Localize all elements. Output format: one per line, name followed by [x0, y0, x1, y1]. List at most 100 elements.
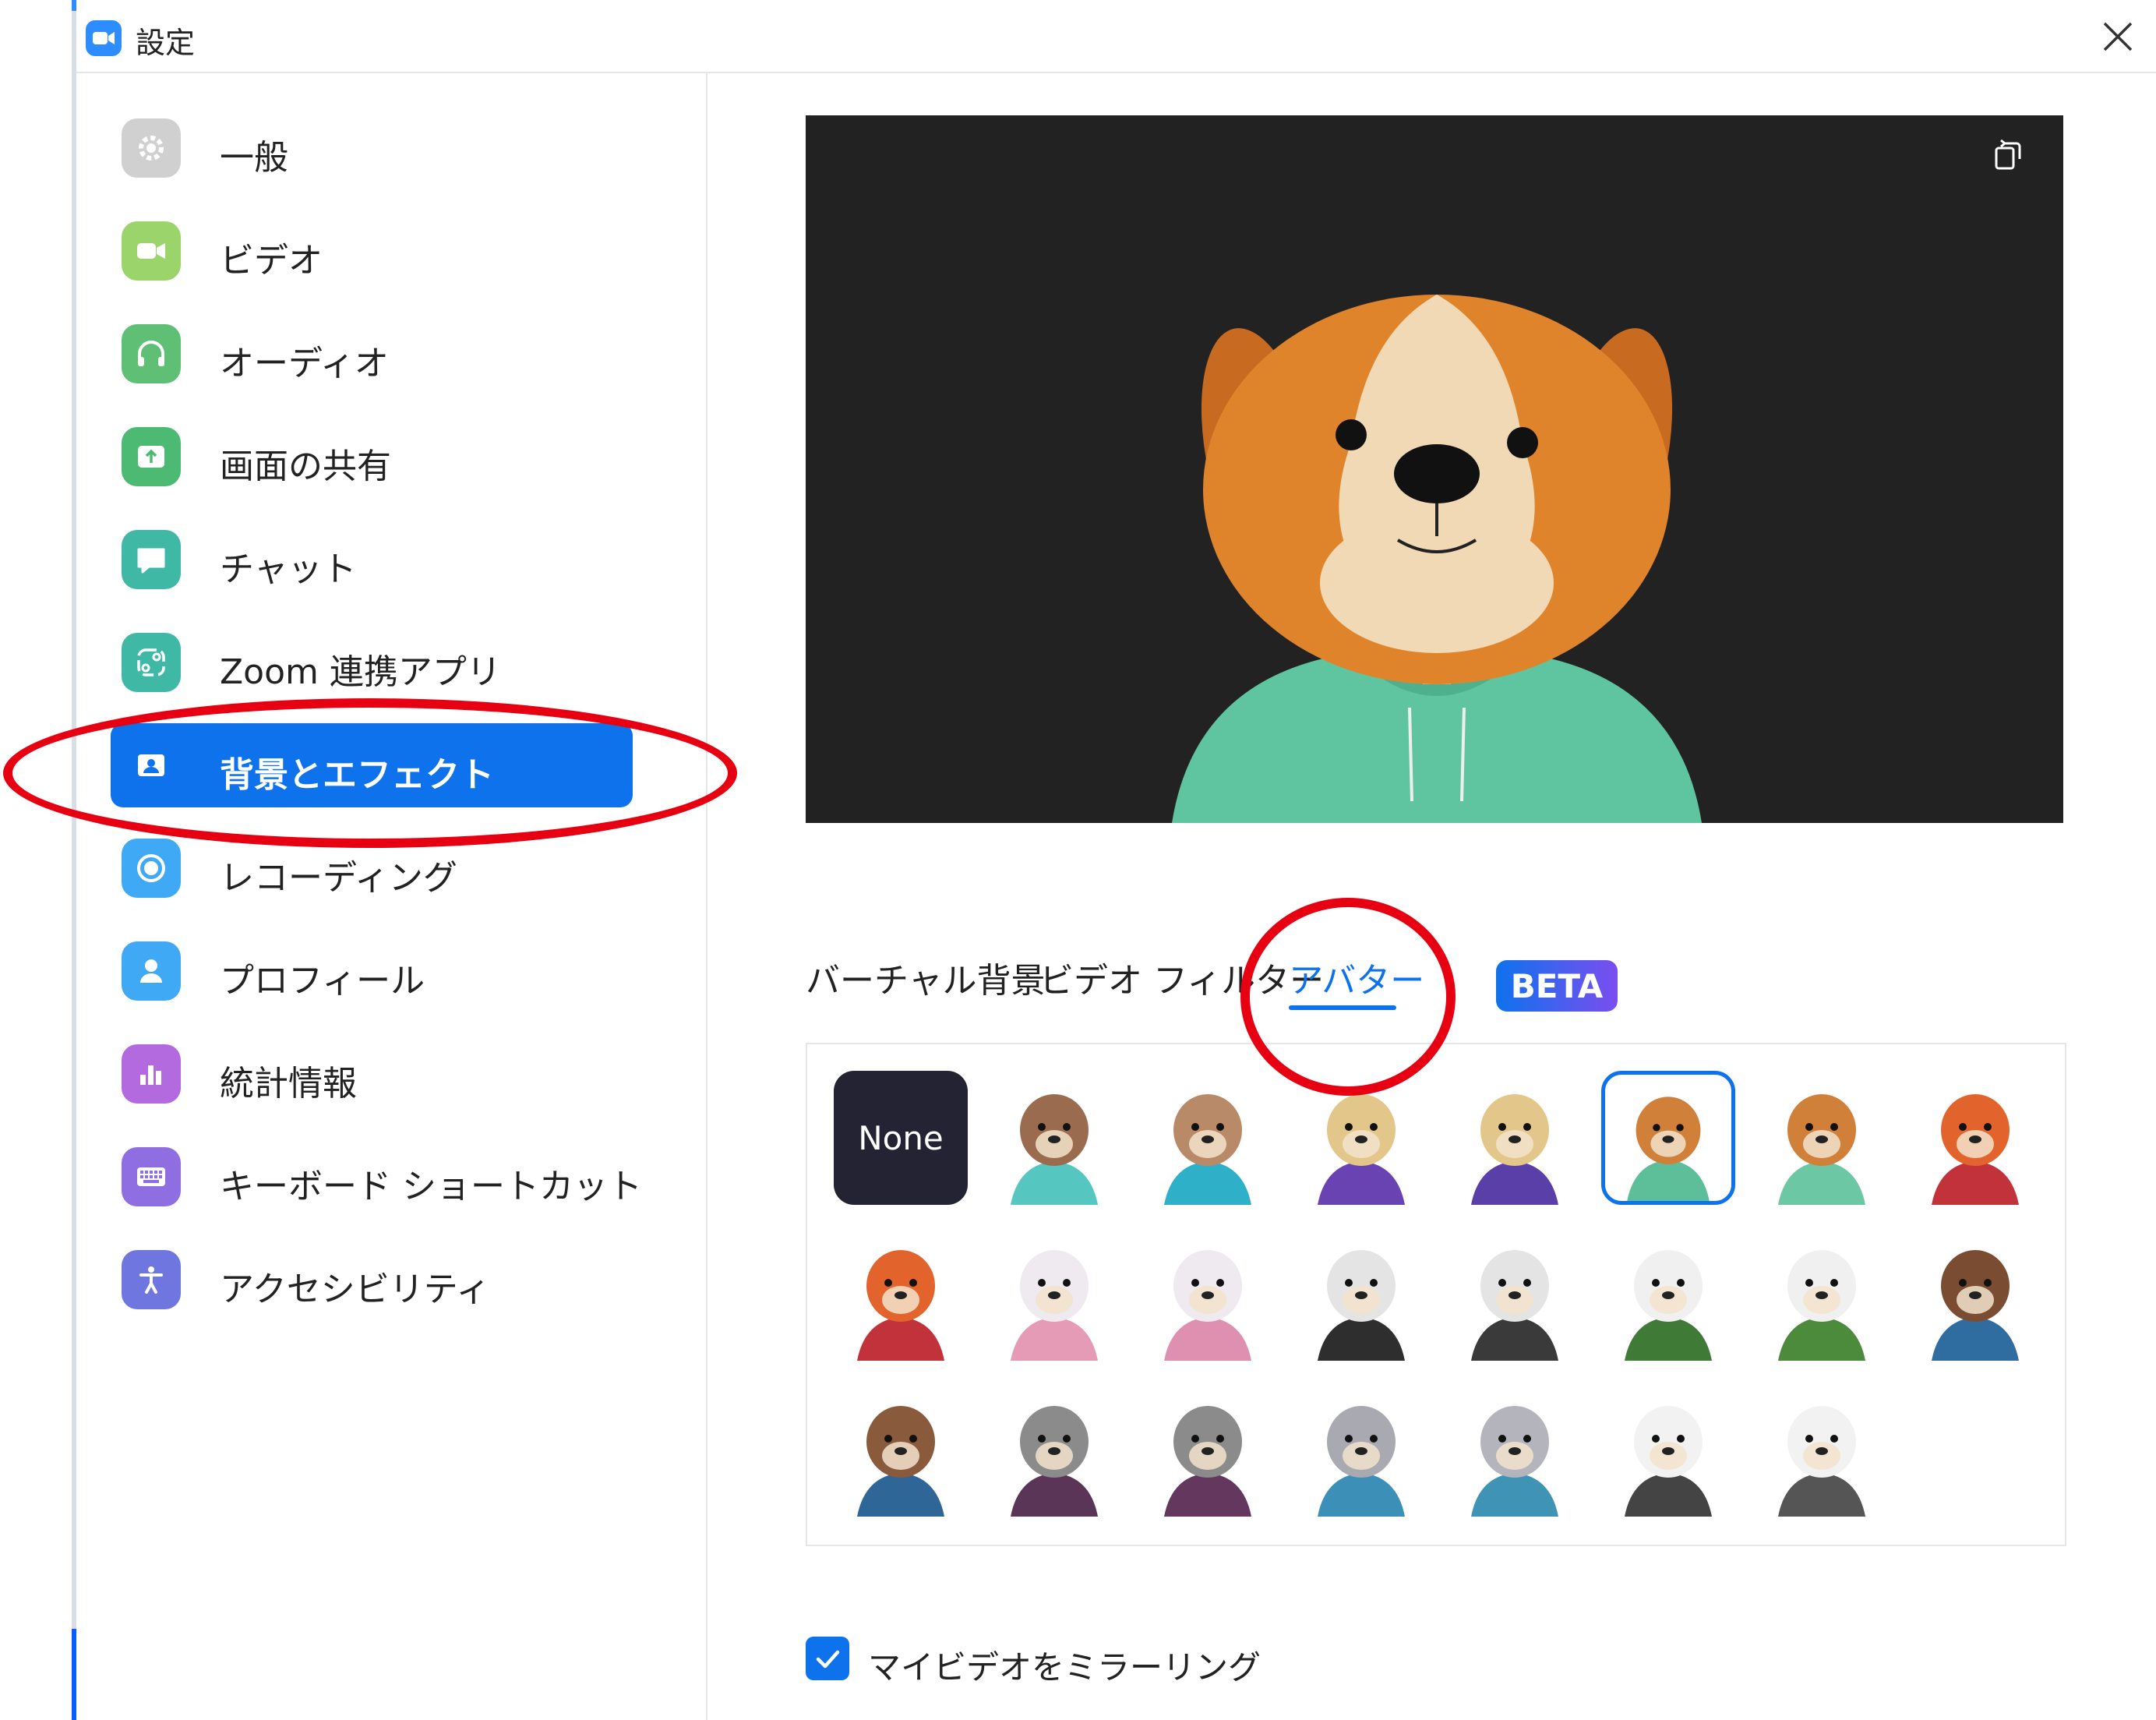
record-icon: [122, 839, 181, 898]
beta-badge: BETA: [1496, 960, 1618, 1012]
avatar-option-polar-bear-black[interactable]: [1294, 1227, 1428, 1361]
avatar-option-dog-teal[interactable]: [1601, 1071, 1735, 1205]
avatar-thumbnail-icon: [1625, 1250, 1712, 1361]
title-bar: 設定: [76, 0, 2156, 73]
rotate-icon: [1995, 139, 2021, 170]
sidebar-item-zoom-apps[interactable]: Zoom 連携アプリ: [111, 620, 633, 705]
avatar-option-otter-blue[interactable]: [1908, 1227, 2042, 1361]
sidebar-item-label: ビデオ: [220, 241, 323, 281]
avatar-thumbnail-icon: [1932, 1250, 2019, 1361]
avatar-option-polar-bear-dark[interactable]: [1448, 1227, 1582, 1361]
settings-window: 設定 一般 ビデオ オーディオ 画面の共有 チャット Zoom 連携アプリ 背景…: [76, 0, 2156, 1720]
sidebar-item-general[interactable]: 一般: [111, 106, 633, 190]
avatar-option-cow-bw-grey[interactable]: [1755, 1383, 1889, 1517]
sidebar-item-label: 統計情報: [220, 1064, 357, 1104]
avatar-thumbnail-icon: [1778, 1094, 1865, 1205]
statistics-icon: [122, 1044, 181, 1104]
avatar-option-cat-cyan[interactable]: [1141, 1071, 1275, 1205]
avatar-option-panda-green[interactable]: [1601, 1227, 1735, 1361]
avatar-option-rabbit-pink[interactable]: [987, 1227, 1121, 1361]
avatar-thumbnail-icon: [1471, 1250, 1558, 1361]
sidebar-item-chat[interactable]: チャット: [111, 517, 633, 602]
avatar-thumbnail-icon: [1471, 1094, 1558, 1205]
sidebar-item-label: レコーディング: [220, 858, 457, 898]
gear-icon: [122, 118, 181, 178]
avatar-thumbnail-icon: [1471, 1406, 1558, 1517]
avatar-thumbnail-icon: [1932, 1094, 2019, 1205]
headphones-icon: [122, 324, 181, 383]
avatar-thumbnail-icon: [857, 1406, 944, 1517]
sidebar-item-label: オーディオ: [220, 344, 389, 383]
avatar-none-button[interactable]: None: [834, 1071, 968, 1205]
avatar-option-dog-mint[interactable]: [1755, 1071, 1889, 1205]
sidebar-item-audio[interactable]: オーディオ: [111, 312, 633, 396]
rotate-preview-button[interactable]: [1985, 131, 2032, 178]
avatar-option-raccoon-plum[interactable]: [1141, 1383, 1275, 1517]
zoom-app-icon: [86, 20, 122, 56]
window-title: 設定: [136, 26, 196, 60]
sidebar-item-profile[interactable]: プロフィール: [111, 929, 633, 1013]
settings-sidebar: 一般 ビデオ オーディオ 画面の共有 チャット Zoom 連携アプリ 背景とエフ…: [76, 73, 707, 1720]
avatar-thumbnail-icon: [1164, 1094, 1251, 1205]
mirror-label: マイビデオをミラーリング: [868, 1648, 1261, 1686]
dog-avatar-preview-image: [1172, 295, 1702, 823]
avatar-option-fox-red[interactable]: [1908, 1071, 2042, 1205]
tab-avatars[interactable]: アバター: [1289, 952, 1424, 1002]
avatar-thumbnail-icon: [1318, 1250, 1405, 1361]
avatar-option-cat-teal[interactable]: [987, 1071, 1121, 1205]
avatar-thumbnail-icon: [1011, 1406, 1098, 1517]
sidebar-item-label: 背景とエフェクト: [220, 755, 494, 795]
profile-icon: [122, 941, 181, 1001]
active-tab-indicator: [1289, 1005, 1396, 1010]
mirror-checkbox[interactable]: [806, 1637, 849, 1680]
video-camera-icon: [122, 221, 181, 281]
avatar-option-otter-navy[interactable]: [834, 1383, 968, 1517]
avatar-thumbnail-icon: [1318, 1406, 1405, 1517]
avatar-option-raccoon-purple[interactable]: [987, 1383, 1121, 1517]
tab-virtual-background[interactable]: バーチャル背景: [806, 952, 1046, 1002]
sidebar-item-label: プロフィール: [220, 961, 425, 1001]
avatar-thumbnail-icon: [1625, 1406, 1712, 1517]
avatar-grid: None: [806, 1043, 2066, 1546]
apps-icon: [122, 633, 181, 692]
avatar-option-fox-crimson[interactable]: [834, 1227, 968, 1361]
sidebar-item-background-effects[interactable]: 背景とエフェクト: [111, 723, 633, 807]
sidebar-item-video[interactable]: ビデオ: [111, 209, 633, 293]
sidebar-item-label: キーボード ショートカット: [220, 1167, 642, 1206]
sidebar-item-statistics[interactable]: 統計情報: [111, 1032, 633, 1116]
avatar-option-cow-bw-dark[interactable]: [1601, 1383, 1735, 1517]
avatar-option-cow-purple[interactable]: [1294, 1071, 1428, 1205]
avatar-option-cow-violet[interactable]: [1448, 1071, 1582, 1205]
background-icon: [122, 736, 181, 795]
avatar-thumbnail-icon: [1318, 1094, 1405, 1205]
avatar-thumbnail-icon: [1627, 1097, 1710, 1201]
avatar-thumbnail-icon: [1011, 1250, 1098, 1361]
avatar-option-rabbit-rose[interactable]: [1141, 1227, 1275, 1361]
avatar-option-cat-grey-teal[interactable]: [1448, 1383, 1582, 1517]
close-icon: [2103, 22, 2133, 51]
share-screen-icon: [122, 427, 181, 486]
sidebar-item-recording[interactable]: レコーディング: [111, 826, 633, 910]
avatar-thumbnail-icon: [1164, 1406, 1251, 1517]
background-tabs: バーチャル背景 ビデオ フィルター アバター: [806, 952, 2063, 1015]
avatar-thumbnail-icon: [857, 1250, 944, 1361]
avatar-option-panda-olive[interactable]: [1755, 1227, 1889, 1361]
sidebar-item-keyboard-shortcuts[interactable]: キーボード ショートカット: [111, 1135, 642, 1219]
avatar-thumbnail-icon: [1778, 1406, 1865, 1517]
checkmark-icon: [816, 1650, 840, 1669]
avatar-option-cat-grey-blue[interactable]: [1294, 1383, 1428, 1517]
close-button[interactable]: [2095, 14, 2140, 59]
avatar-thumbnail-icon: [1778, 1250, 1865, 1361]
avatar-thumbnail-icon: [1164, 1250, 1251, 1361]
avatar-preview: [806, 115, 2063, 823]
sidebar-item-label: Zoom 連携アプリ: [220, 652, 501, 692]
sidebar-item-label: 一般: [220, 138, 288, 178]
sidebar-item-label: アクセシビリティ: [220, 1270, 491, 1309]
accessibility-icon: [122, 1250, 181, 1309]
chat-bubble-icon: [122, 530, 181, 589]
sidebar-item-label: チャット: [220, 549, 357, 589]
sidebar-item-accessibility[interactable]: アクセシビリティ: [111, 1238, 633, 1322]
tab-video-filters[interactable]: ビデオ フィルター: [1039, 952, 1324, 1002]
sidebar-item-share-screen[interactable]: 画面の共有: [111, 415, 633, 499]
keyboard-icon: [122, 1147, 181, 1206]
